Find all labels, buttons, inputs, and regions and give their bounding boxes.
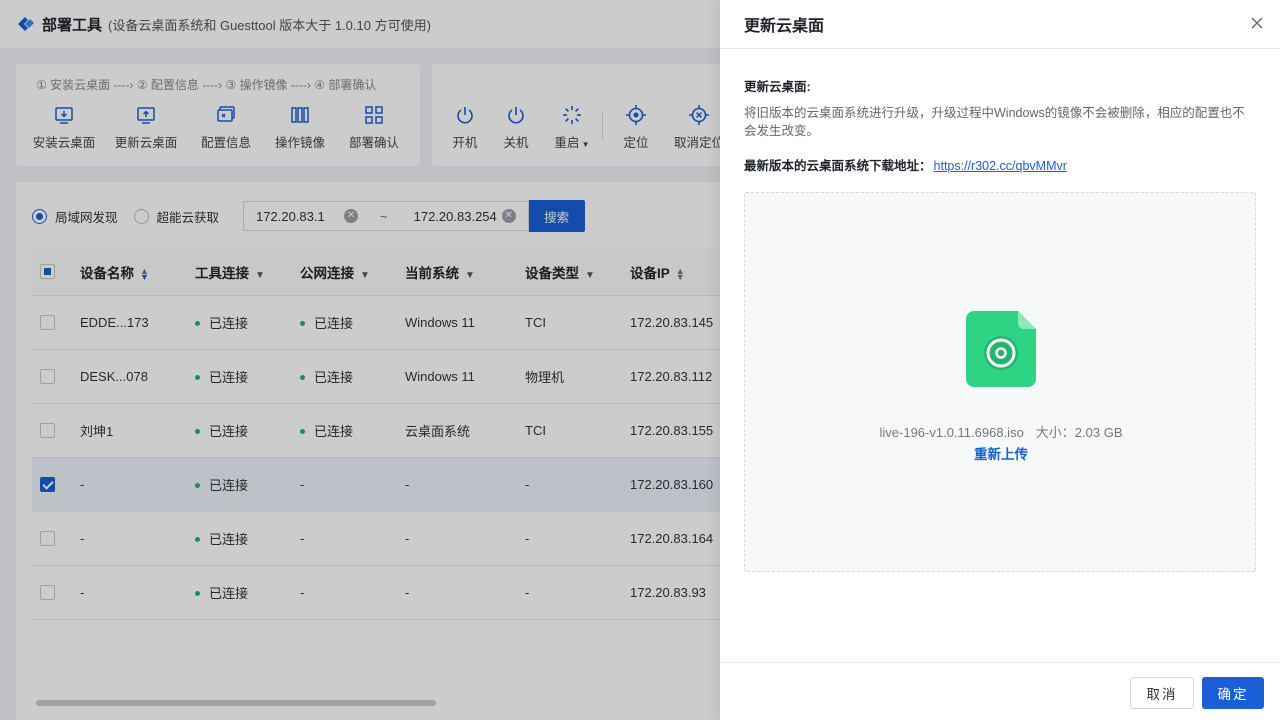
confirm-button[interactable]: 确定 [1202,677,1264,709]
update-cloud-desktop-drawer: 更新云桌面 更新云桌面: 将旧版本的云桌面系统进行升级，升级过程中Windows… [720,0,1280,720]
download-link[interactable]: https://r302.cc/qbvMMvr [934,159,1067,173]
cancel-button[interactable]: 取消 [1130,677,1194,709]
iso-file-icon [966,311,1036,387]
upload-area[interactable]: live-196-v1.0.11.6968.iso 大小：2.03 GB 重新上传 [744,192,1256,572]
drawer-footer: 取消 确定 [720,662,1280,720]
section-title: 更新云桌面: [744,80,811,94]
reupload-link[interactable]: 重新上传 [745,443,1257,463]
drawer-title: 更新云桌面 [744,18,825,35]
drawer-body: 更新云桌面: 将旧版本的云桌面系统进行升级，升级过程中Windows的镜像不会被… [744,49,1256,572]
drawer-header: 更新云桌面 [720,0,1280,49]
download-label: 最新版本的云桌面系统下载地址： [744,159,932,173]
file-info: live-196-v1.0.11.6968.iso 大小：2.03 GB [745,422,1257,441]
file-size: 大小：2.03 GB [1035,425,1123,440]
close-icon[interactable] [1250,16,1264,30]
section-description: 将旧版本的云桌面系统进行升级，升级过程中Windows的镜像不会被删除，相应的配… [744,106,1245,138]
download-row: 最新版本的云桌面系统下载地址： https://r302.cc/qbvMMvr [744,155,1256,174]
file-name: live-196-v1.0.11.6968.iso [879,425,1024,440]
